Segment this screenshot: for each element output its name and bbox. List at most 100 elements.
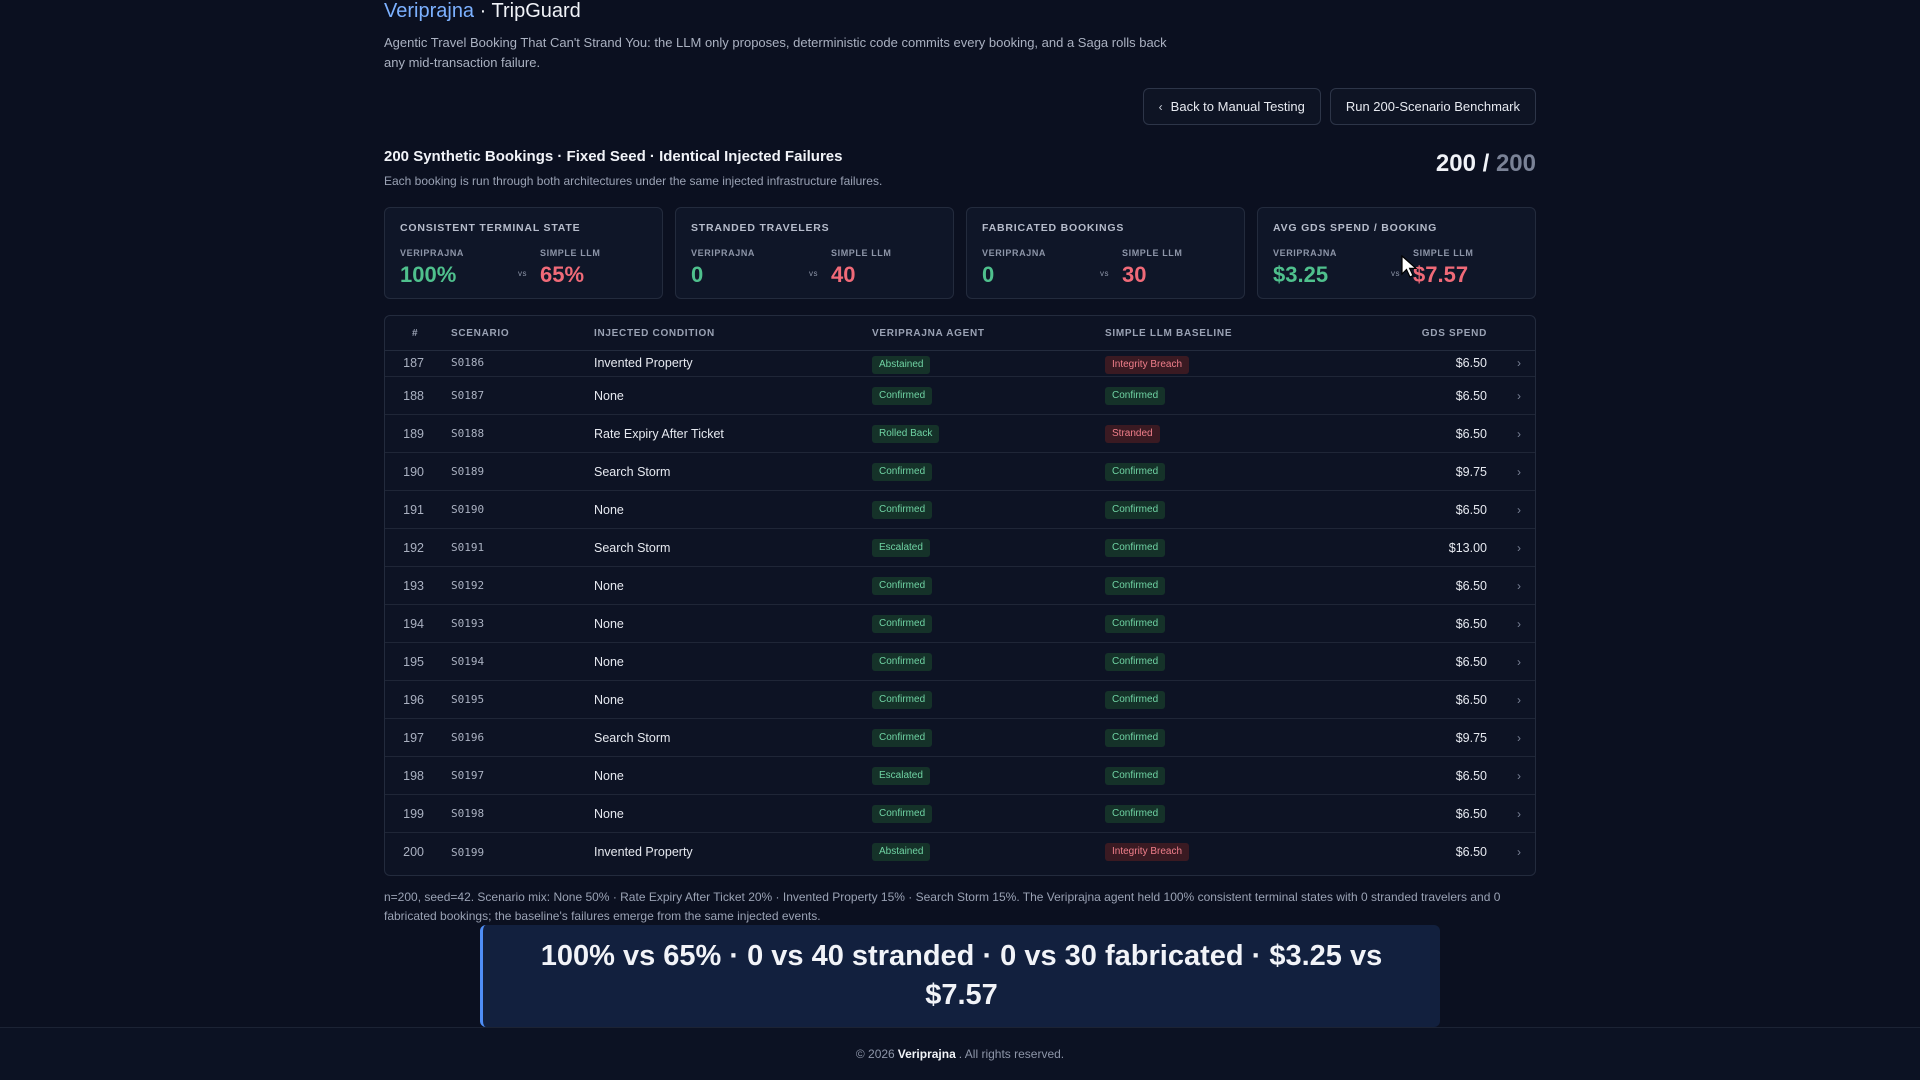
- table-row[interactable]: 197 S0196 Search Storm Confirmed Confirmed $9…: [385, 719, 1535, 757]
- progress-counter: 200 / 200: [1436, 150, 1536, 178]
- chevron-right-icon[interactable]: ›: [1517, 377, 1521, 414]
- table-row[interactable]: 193 S0192 None Confirmed Confirmed $6.50 ›: [385, 567, 1535, 605]
- chevron-left-icon: ‹: [1158, 99, 1163, 114]
- baseline-outcome-cell: Confirmed: [1105, 757, 1166, 794]
- chevron-right-icon[interactable]: ›: [1517, 833, 1521, 871]
- chevron-right-icon[interactable]: ›: [1517, 719, 1521, 756]
- row-number: 194: [403, 616, 424, 631]
- injected-condition: None: [594, 768, 624, 783]
- results-table[interactable]: # Scenario Injected Condition Veriprajna…: [384, 315, 1536, 876]
- metric-left-label: Veriprajna: [1273, 248, 1338, 258]
- footer-rights: . All rights reserved.: [958, 1047, 1065, 1061]
- table-row[interactable]: 196 S0195 None Confirmed Confirmed $6.50 ›: [385, 681, 1535, 719]
- chevron-right-icon[interactable]: ›: [1517, 491, 1521, 528]
- header-injected: Injected Condition: [594, 328, 715, 339]
- metric-right-label: Simple LLM: [1122, 248, 1183, 258]
- run-benchmark-button[interactable]: Run 200-Scenario Benchmark: [1329, 88, 1536, 125]
- chevron-right-icon[interactable]: ›: [1517, 795, 1521, 832]
- table-row[interactable]: 192 S0191 Search Storm Escalated Confirmed $1…: [385, 529, 1535, 567]
- table-row[interactable]: 191 S0190 None Confirmed Confirmed $6.50 ›: [385, 491, 1535, 529]
- gds-spend: $6.50: [1455, 578, 1487, 593]
- app-title: Veriprajna · TripGuard: [384, 0, 581, 23]
- action-bar: ‹ Back to Manual Testing Run 200-Scenari…: [1142, 88, 1536, 125]
- agent-outcome-cell: Confirmed: [872, 567, 933, 604]
- mouse-cursor-icon: [1401, 255, 1418, 278]
- back-button-label: Back to Manual Testing: [1170, 99, 1305, 114]
- metric-left-label: Veriprajna: [691, 248, 756, 258]
- scenario-id: S0186: [451, 356, 485, 369]
- chevron-right-icon[interactable]: ›: [1517, 605, 1521, 642]
- agent-outcome-cell: Confirmed: [872, 719, 933, 756]
- metric-cards: Consistent Terminal State Veriprajna 100%…: [384, 207, 1536, 299]
- chevron-right-icon[interactable]: ›: [1517, 453, 1521, 490]
- baseline-outcome-cell: Integrity Breach: [1105, 833, 1190, 871]
- section-title: 200 Synthetic Bookings · Fixed Seed · Id…: [384, 148, 843, 165]
- run-button-label: Run 200-Scenario Benchmark: [1345, 99, 1520, 114]
- baseline-outcome-cell: Confirmed: [1105, 529, 1166, 566]
- gds-spend: $6.50: [1455, 654, 1487, 669]
- scenario-id: S0192: [451, 579, 485, 592]
- chevron-right-icon[interactable]: ›: [1517, 567, 1521, 604]
- table-row[interactable]: 195 S0194 None Confirmed Confirmed $6.50 ›: [385, 643, 1535, 681]
- table-row[interactable]: 187 S0186 Invented Property Abstained Integr…: [385, 351, 1535, 377]
- chevron-right-icon[interactable]: ›: [1517, 757, 1521, 794]
- table-row[interactable]: 199 S0198 None Confirmed Confirmed $6.50 ›: [385, 795, 1535, 833]
- back-to-manual-testing-button[interactable]: ‹ Back to Manual Testing: [1142, 88, 1321, 125]
- baseline-status-badge: Confirmed: [1105, 804, 1166, 823]
- baseline-status-badge: Confirmed: [1105, 766, 1166, 785]
- agent-outcome-cell: Confirmed: [872, 643, 933, 680]
- metric-card: Stranded Travelers Veriprajna 0 vs Simple…: [675, 207, 954, 299]
- scenario-id: S0187: [451, 389, 485, 402]
- row-number: 188: [403, 388, 424, 403]
- table-row[interactable]: 198 S0197 None Escalated Confirmed $6.50 ›: [385, 757, 1535, 795]
- scenario-id: S0190: [451, 503, 485, 516]
- metric-right-value: $7.57: [1413, 262, 1469, 287]
- metric-card: Avg GDS Spend / Booking Veriprajna $3.25 …: [1257, 207, 1536, 299]
- chevron-right-icon[interactable]: ›: [1517, 643, 1521, 680]
- injected-condition: Invented Property: [594, 845, 693, 859]
- gds-spend: $13.00: [1448, 540, 1487, 555]
- product-name: TripGuard: [491, 0, 581, 22]
- row-number: 196: [403, 692, 424, 707]
- table-row[interactable]: 200 S0199 Invented Property Abstained Integr…: [385, 833, 1535, 871]
- agent-outcome-cell: Abstained: [872, 833, 931, 871]
- baseline-outcome-cell: Confirmed: [1105, 681, 1166, 718]
- chevron-right-icon[interactable]: ›: [1517, 415, 1521, 452]
- table-body: 187 S0186 Invented Property Abstained Integr…: [385, 351, 1535, 871]
- metric-left-value: 0: [982, 262, 995, 287]
- header-num: #: [412, 328, 419, 339]
- chevron-right-icon[interactable]: ›: [1517, 529, 1521, 566]
- metric-vs: vs: [518, 269, 527, 278]
- header-baseline: Simple LLM Baseline: [1105, 328, 1233, 339]
- table-row[interactable]: 190 S0189 Search Storm Confirmed Confirmed $9…: [385, 453, 1535, 491]
- injected-condition: Search Storm: [594, 730, 671, 745]
- metric-right-value: 40: [831, 262, 856, 287]
- table-row[interactable]: 188 S0187 None Confirmed Confirmed $6.50 ›: [385, 377, 1535, 415]
- table-row[interactable]: 189 S0188 Rate Expiry After Ticket Rolled B…: [385, 415, 1535, 453]
- agent-status-badge: Confirmed: [872, 728, 933, 747]
- agent-outcome-cell: Abstained: [872, 351, 931, 376]
- footer-brand: Veriprajna: [897, 1047, 956, 1061]
- metric-left-value: 0: [691, 262, 704, 287]
- chevron-right-icon[interactable]: ›: [1517, 351, 1521, 376]
- row-number: 200: [403, 845, 424, 859]
- agent-outcome-cell: Confirmed: [872, 453, 933, 490]
- agent-outcome-cell: Confirmed: [872, 605, 933, 642]
- metric-right-value: 65%: [540, 262, 585, 287]
- agent-status-badge: Abstained: [872, 843, 931, 861]
- gds-spend: $6.50: [1455, 845, 1487, 859]
- metric-right-value: 30: [1122, 262, 1147, 287]
- agent-outcome-cell: Rolled Back: [872, 415, 940, 452]
- metric-vs: vs: [1391, 269, 1400, 278]
- baseline-status-badge: Confirmed: [1105, 690, 1166, 709]
- row-number: 189: [403, 426, 424, 441]
- gds-spend: $6.50: [1455, 806, 1487, 821]
- chevron-right-icon[interactable]: ›: [1517, 681, 1521, 718]
- row-number: 192: [403, 540, 424, 555]
- table-row[interactable]: 194 S0193 None Confirmed Confirmed $6.50 ›: [385, 605, 1535, 643]
- scenario-id: S0196: [451, 731, 485, 744]
- section-description: Each booking is run through both archite…: [384, 174, 883, 188]
- metric-card-title: Fabricated Bookings: [982, 222, 1125, 234]
- baseline-status-badge: Confirmed: [1105, 386, 1166, 405]
- baseline-outcome-cell: Confirmed: [1105, 567, 1166, 604]
